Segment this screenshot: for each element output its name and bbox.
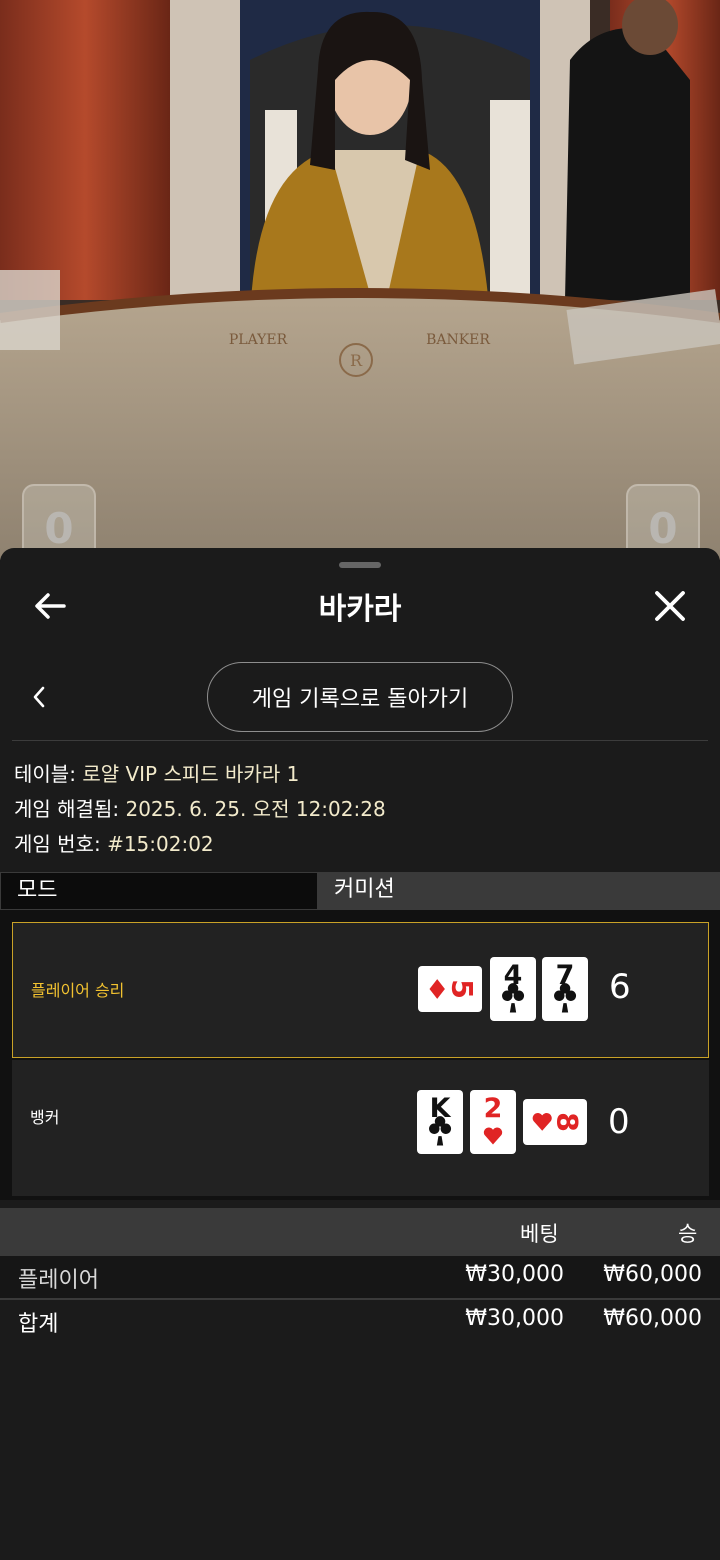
playing-card: 4 bbox=[490, 957, 536, 1021]
table-value: 로얄 VIP 스피드 바카라 1 bbox=[82, 762, 300, 786]
resolved-label: 게임 해결됨: bbox=[14, 797, 120, 821]
game-details-sheet: 바카라 게임 기록으로 돌아가기 테이블: 로얄 VIP 스피드 바카라 1 게… bbox=[0, 548, 720, 1560]
player-score: 0 bbox=[44, 504, 74, 553]
banker-result-row: 뱅커 K2 8 0 bbox=[12, 1060, 709, 1196]
banker-total: 0 bbox=[608, 1102, 630, 1142]
svg-text:R: R bbox=[350, 351, 363, 370]
resolved-info: 게임 해결됨: 2025. 6. 25. 오전 12:02:28 bbox=[14, 793, 386, 822]
round-results: 플레이어 승리 547 6 뱅커 K2 8 0 bbox=[0, 910, 720, 1200]
svg-text:5: 5 bbox=[445, 979, 478, 999]
playing-card: 5 bbox=[418, 966, 482, 1012]
tab-commission[interactable]: 커미션 bbox=[318, 872, 720, 910]
table-player-text: PLAYER bbox=[229, 332, 288, 348]
total-win-amount: ₩60,000 bbox=[603, 1306, 702, 1331]
total-bet-amount: ₩30,000 bbox=[465, 1306, 564, 1331]
chevron-left-icon[interactable] bbox=[28, 682, 50, 712]
dealer-scene-image: PLAYER BANKER R bbox=[0, 0, 720, 560]
table-label: 테이블: bbox=[14, 762, 76, 786]
sheet-title: 바카라 bbox=[318, 592, 402, 627]
sheet-grabber[interactable] bbox=[339, 562, 381, 568]
resolved-value: 2025. 6. 25. 오전 12:02:28 bbox=[125, 797, 386, 821]
banker-score: 0 bbox=[648, 504, 678, 553]
table-row: 플레이어 ₩30,000 ₩60,000 bbox=[0, 1256, 720, 1298]
playing-card: K bbox=[417, 1090, 463, 1154]
playing-card: 8 bbox=[523, 1099, 587, 1145]
playing-card: 7 bbox=[542, 957, 588, 1021]
player-result-row: 플레이어 승리 547 6 bbox=[12, 922, 709, 1058]
total-row: 합계 ₩30,000 ₩60,000 bbox=[0, 1300, 720, 1342]
svg-text:8: 8 bbox=[550, 1112, 583, 1132]
win-amount: ₩60,000 bbox=[603, 1262, 702, 1287]
close-icon[interactable] bbox=[652, 586, 688, 626]
back-to-history-button[interactable]: 게임 기록으로 돌아가기 bbox=[207, 662, 513, 732]
tab-mode[interactable]: 모드 bbox=[0, 872, 318, 910]
bet-amount: ₩30,000 bbox=[465, 1262, 564, 1287]
total-label: 합계 bbox=[18, 1312, 59, 1337]
banker-result-label: 뱅커 bbox=[30, 1108, 60, 1127]
game-number-value: #15:02:02 bbox=[107, 832, 214, 856]
player-result-label: 플레이어 승리 bbox=[31, 981, 125, 1000]
win-column-header: 승 bbox=[678, 1222, 698, 1246]
bet-name: 플레이어 bbox=[18, 1268, 99, 1293]
bet-column-header: 베팅 bbox=[520, 1222, 559, 1246]
game-number-info: 게임 번호: #15:02:02 bbox=[14, 828, 214, 857]
playing-card: 2 bbox=[470, 1090, 516, 1154]
game-number-label: 게임 번호: bbox=[14, 832, 101, 856]
table-info: 테이블: 로얄 VIP 스피드 바카라 1 bbox=[14, 758, 299, 787]
divider bbox=[12, 740, 708, 741]
svg-text:2: 2 bbox=[484, 1093, 503, 1124]
table-banker-text: BANKER bbox=[426, 332, 490, 348]
bets-table-header: 베팅 승 bbox=[0, 1208, 720, 1256]
live-video-feed: PLAYER BANKER R 0 0 bbox=[0, 0, 720, 560]
player-total: 6 bbox=[609, 967, 631, 1007]
